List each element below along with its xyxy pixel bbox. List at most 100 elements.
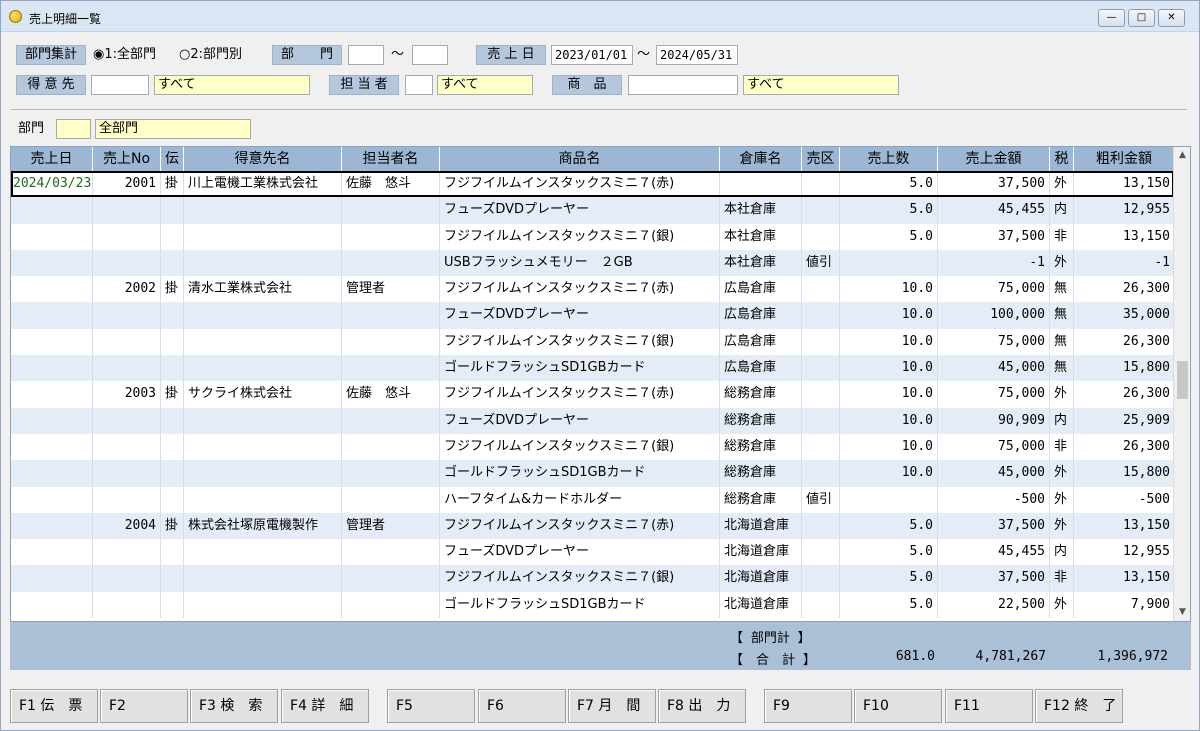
dept-row-name: 全部門 (95, 119, 251, 139)
table-row[interactable]: ゴールドフラッシュSD1GBカード 北海道倉庫 5.0 22,500 外 7,900 (11, 591, 1174, 619)
window-title: 売上明細一覧 (29, 12, 102, 26)
dept-from-input[interactable] (348, 45, 384, 65)
f1-slip-button[interactable]: F1 伝 票 (10, 689, 98, 723)
maximize-button[interactable]: □ (1128, 9, 1155, 27)
grid-body: 2024/03/23 2001 掛川上電機工業株式会社 佐藤 悠斗 フジフイルムインスタ… (11, 171, 1174, 619)
table-row[interactable]: 2024/03/23 2001 掛川上電機工業株式会社 佐藤 悠斗 フジフイルムインスタ… (11, 171, 1174, 198)
cell-sales-no: 2002 (93, 276, 161, 303)
cell-tax: 外 (1050, 486, 1074, 513)
f8-output-button[interactable]: F8 出 力 (658, 689, 746, 723)
radio-all-depts[interactable]: ◉1:全部門 (93, 45, 156, 65)
range-tilde: ～ (391, 47, 405, 62)
col-sales-date[interactable]: 売上日 (11, 147, 93, 171)
table-row[interactable]: フューズDVDプレーヤー 北海道倉庫 5.0 45,455 内 12,955 (11, 539, 1174, 566)
cell-slip: 掛 (161, 381, 184, 408)
product-code-input[interactable] (628, 75, 738, 95)
cell-sales-date (11, 539, 93, 566)
cell-slip (161, 197, 184, 224)
col-customer[interactable]: 得意先名 (184, 147, 342, 171)
date-from-input[interactable]: 2023/01/01 (551, 45, 633, 65)
cell-slip (161, 486, 184, 513)
cell-customer (184, 197, 342, 224)
f12-exit-button[interactable]: F12 終 了 (1035, 689, 1123, 723)
cell-warehouse: 広島倉庫 (720, 276, 802, 303)
table-row[interactable]: ハーフタイム&カードホルダー 総務倉庫 値引 -500 外 -500 (11, 486, 1174, 513)
cell-sales-no (93, 302, 161, 329)
minimize-button[interactable]: — (1098, 9, 1125, 27)
f2-button[interactable]: F2 (100, 689, 188, 723)
scroll-thumb[interactable] (1177, 361, 1188, 399)
col-sales-no[interactable]: 売上No (93, 147, 161, 171)
total-qty: 681.0 (895, 649, 935, 664)
table-row[interactable]: 2004 掛株式会社塚原電機製作 管理者 フジフイルムインスタックスミニ７(赤) 北海道… (11, 512, 1174, 540)
col-tax[interactable]: 税 (1050, 147, 1074, 171)
cell-product: フジフイルムインスタックスミニ７(赤) (440, 276, 720, 303)
f3-search-button[interactable]: F3 検 索 (190, 689, 278, 723)
scroll-down-icon[interactable]: ▼ (1174, 604, 1190, 621)
cell-sales-date (11, 381, 93, 408)
cell-amount: 45,455 (938, 197, 1050, 224)
cell-warehouse: 本社倉庫 (720, 249, 802, 277)
vertical-scrollbar[interactable]: ▲ ▼ (1173, 147, 1190, 621)
cell-amount: 100,000 (938, 302, 1050, 329)
table-row[interactable]: 2002 掛清水工業株式会社 管理者 フジフイルムインスタックスミニ７(赤) 広島倉庫 1… (11, 276, 1174, 303)
product-name-field: すべて (743, 75, 899, 95)
cell-amount: 37,500 (938, 565, 1050, 592)
cell-tax: 内 (1050, 407, 1074, 434)
dept-row-code (56, 119, 91, 139)
cell-product: フジフイルムインスタックスミニ７(銀) (440, 433, 720, 461)
sales-detail-grid[interactable]: 売上日 売上No 伝 得意先名 担当者名 商品名 倉庫名 売区 売上数 売上金額… (10, 146, 1191, 622)
cell-sales-date (11, 328, 93, 356)
customer-code-input[interactable] (91, 75, 149, 95)
col-slip[interactable]: 伝 (161, 147, 184, 171)
cell-profit: -1 (1154, 254, 1170, 270)
table-row[interactable]: フューズDVDプレーヤー 総務倉庫 10.0 90,909 内 25,909 (11, 407, 1174, 434)
cell-sales-no (93, 565, 161, 592)
f11-button[interactable]: F11 (945, 689, 1033, 723)
col-amount[interactable]: 売上金額 (938, 147, 1050, 171)
radio-all-label: 1:全部門 (104, 47, 156, 62)
cell-product: フューズDVDプレーヤー (440, 302, 720, 329)
f5-button[interactable]: F5 (387, 689, 475, 723)
cell-sales-type (802, 565, 840, 592)
table-row[interactable]: フジフイルムインスタックスミニ７(銀) 本社倉庫 5.0 37,500 非 13,150 (11, 223, 1174, 250)
table-row[interactable]: USBフラッシュメモリー ２GB 本社倉庫 値引 -1 外 -1 (11, 249, 1174, 277)
table-row[interactable]: フジフイルムインスタックスミニ７(銀) 総務倉庫 10.0 75,000 非 26,300 (11, 433, 1174, 461)
table-row[interactable]: フューズDVDプレーヤー 本社倉庫 5.0 45,455 内 12,955 (11, 197, 1174, 224)
cell-customer (184, 407, 342, 434)
date-to-input[interactable]: 2024/05/31 (656, 45, 738, 65)
col-staff[interactable]: 担当者名 (342, 147, 440, 171)
col-sales-type[interactable]: 売区 (802, 147, 840, 171)
table-row[interactable]: 2003 掛サクライ株式会社 佐藤 悠斗 フジフイルムインスタックスミニ７(赤) 総務倉… (11, 381, 1174, 408)
table-row[interactable]: ゴールドフラッシュSD1GBカード 広島倉庫 10.0 45,000 無 15,800 (11, 355, 1174, 382)
close-button[interactable]: ✕ (1158, 9, 1185, 27)
f9-button[interactable]: F9 (764, 689, 852, 723)
cell-qty: 5.0 (840, 539, 938, 566)
cell-profit: 15,800 (1123, 465, 1170, 481)
grand-total-label: 【 合 計 】 (730, 653, 816, 668)
staff-code-input[interactable] (405, 75, 433, 95)
col-qty[interactable]: 売上数 (840, 147, 938, 171)
cell-sales-date (11, 591, 93, 619)
table-row[interactable]: ゴールドフラッシュSD1GBカード 総務倉庫 10.0 45,000 外 15,800 (11, 460, 1174, 487)
cell-sales-type (802, 512, 840, 540)
cell-sales-date (11, 407, 93, 434)
cell-warehouse: 北海道倉庫 (720, 512, 802, 540)
dept-to-input[interactable] (412, 45, 448, 65)
table-row[interactable]: フューズDVDプレーヤー 広島倉庫 10.0 100,000 無 35,000 (11, 302, 1174, 329)
cell-slip (161, 565, 184, 592)
scroll-up-icon[interactable]: ▲ (1174, 147, 1190, 164)
cell-qty: 5.0 (840, 171, 938, 198)
col-warehouse[interactable]: 倉庫名 (720, 147, 802, 171)
cell-slip (161, 591, 184, 619)
f6-button[interactable]: F6 (478, 689, 566, 723)
col-product[interactable]: 商品名 (440, 147, 720, 171)
f10-button[interactable]: F10 (854, 689, 942, 723)
radio-by-dept[interactable]: ○2:部門別 (179, 45, 242, 65)
col-profit[interactable]: 粗利金額 (1074, 147, 1174, 171)
f7-monthly-button[interactable]: F7 月 間 (568, 689, 656, 723)
table-row[interactable]: フジフイルムインスタックスミニ７(銀) 広島倉庫 10.0 75,000 無 26,300 (11, 328, 1174, 356)
table-row[interactable]: フジフイルムインスタックスミニ７(銀) 北海道倉庫 5.0 37,500 非 13,150 (11, 565, 1174, 592)
cell-sales-no (93, 249, 161, 277)
f4-detail-button[interactable]: F4 詳 細 (281, 689, 369, 723)
